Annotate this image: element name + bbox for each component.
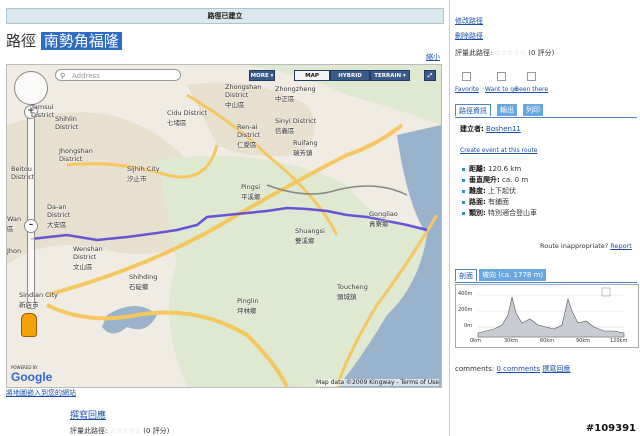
column-divider bbox=[449, 0, 450, 436]
tab-slope[interactable]: 坡向 (ca. 1778 m) bbox=[479, 269, 547, 281]
zoom-slider-track[interactable] bbox=[27, 111, 35, 309]
map-label-renai: Ren-ai District 仁愛區 bbox=[237, 123, 261, 149]
favorite-action[interactable]: Favorite bbox=[455, 72, 479, 93]
map-address-search[interactable]: ⚲ Address bbox=[55, 69, 181, 81]
map-copyright[interactable]: Map data ©2009 Kingway - Terms of Use bbox=[316, 379, 439, 386]
rating-stars[interactable]: ☆☆☆☆☆ bbox=[495, 49, 526, 57]
route-creator: 建立者: Boshen11 bbox=[460, 124, 521, 134]
route-actions: Favorite Want to go Been there bbox=[455, 72, 595, 94]
info-row-category: 類別: 特別適合登山車 bbox=[462, 208, 537, 219]
pan-control[interactable] bbox=[14, 71, 48, 105]
delete-route-link[interactable]: 刪除路徑 bbox=[455, 31, 483, 41]
report-route: Route inappropriate? Report bbox=[540, 242, 632, 250]
google-logo[interactable]: Google bbox=[11, 370, 52, 384]
info-row-climb: 垂直爬升: ca. 0 m bbox=[462, 175, 537, 186]
favorite-icon bbox=[462, 72, 472, 81]
tab-profile[interactable]: 剖面 bbox=[455, 269, 477, 281]
map-label-shihding: Shihding 石碇鄉 bbox=[129, 273, 158, 291]
map-label-sindian: Sindian City 新店市 bbox=[19, 291, 58, 309]
info-row-distance: 距離: 120.6 km bbox=[462, 164, 537, 175]
been-there-icon bbox=[527, 72, 537, 81]
map-label-toucheng: Toucheng 頭城鎮 bbox=[337, 283, 368, 301]
elev-xtick: 0km bbox=[470, 338, 481, 344]
map-label-shihlin: Shihlin District bbox=[55, 115, 79, 131]
map-label-beitou: Beitou District bbox=[11, 165, 35, 181]
map-label-pinglin: Pinglin 坪林鄉 bbox=[237, 297, 259, 315]
map-label-jhon: Jhon bbox=[7, 247, 22, 255]
map-type-map[interactable]: MAP bbox=[294, 70, 330, 81]
write-comment-link[interactable]: 撰寫回應 bbox=[542, 365, 570, 373]
rate-route-side: 評量此路徑: ☆☆☆☆☆ (0 評分) bbox=[455, 48, 554, 58]
comments-count-link[interactable]: 0 comments bbox=[497, 365, 541, 373]
map-label-wan: Wan 區 bbox=[7, 215, 22, 233]
shrink-map-link[interactable]: 縮小 bbox=[426, 52, 440, 62]
been-there-action[interactable]: Been there bbox=[515, 72, 548, 93]
rate-label: 評量此路徑: bbox=[455, 49, 493, 57]
want-to-go-action[interactable]: Want to go bbox=[485, 72, 518, 93]
elev-xtick: 120km bbox=[610, 338, 628, 344]
map-search-placeholder: Address bbox=[72, 72, 100, 80]
rate-label: 評量此路徑: bbox=[70, 427, 108, 435]
route-info-list: 距離: 120.6 km 垂直爬升: ca. 0 m 難度: 上下起伏 路面: … bbox=[462, 164, 537, 219]
fullscreen-icon[interactable]: ⤢ bbox=[424, 70, 436, 81]
info-row-surface: 路面: 有鋪面 bbox=[462, 197, 537, 208]
create-event-link[interactable]: Create event at this route bbox=[460, 147, 537, 154]
elev-xtick: 90km bbox=[576, 338, 591, 344]
search-icon: ⚲ bbox=[60, 72, 66, 80]
edit-route-link[interactable]: 修改路徑 bbox=[455, 16, 483, 26]
route-name: 南勢角福隆 bbox=[40, 32, 122, 50]
elev-xtick: 60km bbox=[540, 338, 555, 344]
map-type-more[interactable]: MORE ▾ bbox=[249, 70, 275, 81]
rating-stars[interactable]: ☆☆☆☆☆ bbox=[110, 427, 141, 435]
map-label-gongliao: Gongliao 貢寮鄉 bbox=[369, 210, 398, 228]
map-label-cidu: Cidu District 七堵區 bbox=[167, 109, 208, 127]
rate-route-bottom: 評量此路徑: ☆☆☆☆☆ (0 評分) bbox=[70, 426, 169, 436]
map-label-pingsi: Pingsi 平溪鄉 bbox=[241, 183, 261, 201]
write-review-link[interactable]: 撰寫回應 bbox=[70, 408, 106, 421]
embed-map-link[interactable]: 將地圖嵌入到您的網站 bbox=[6, 388, 76, 398]
map-label-zhongzheng: Zhongzheng 中正區 bbox=[275, 85, 316, 103]
map-label-daan: Da-an District 大安區 bbox=[47, 203, 71, 229]
route-map[interactable]: + – ⚲ Address MORE ▾ MAP HYBRID TERRAIN … bbox=[6, 64, 442, 388]
route-label: 路徑 bbox=[6, 32, 37, 50]
map-label-ruifang: Ruifang 瑞芳鎮 bbox=[293, 139, 318, 157]
rate-count: (0 評分) bbox=[143, 427, 170, 435]
map-type-hybrid[interactable]: HYBRID bbox=[330, 70, 370, 81]
map-label-jhongshan: Jhongshan District bbox=[59, 147, 93, 163]
zoom-handle[interactable]: – bbox=[24, 219, 38, 233]
street-view-pegman-icon[interactable] bbox=[21, 313, 37, 337]
report-link[interactable]: Report bbox=[610, 242, 632, 250]
map-type-terrain[interactable]: TERRAIN ▾ bbox=[370, 70, 410, 81]
route-heading: 路徑 南勢角福隆 bbox=[6, 30, 122, 51]
route-created-banner: 路徑已建立 bbox=[6, 8, 444, 24]
elevation-tabs: 剖面 坡向 (ca. 1778 m) bbox=[455, 269, 637, 283]
map-label-wenshan: Wenshan District 文山區 bbox=[73, 245, 103, 271]
rate-count: (0 評分) bbox=[528, 49, 555, 57]
map-label-sinyi: Sinyi District 信義區 bbox=[275, 117, 317, 135]
elevation-profile-chart: 400m 200m 0m 0km 30km 60km 90km 120km bbox=[455, 284, 639, 348]
map-label-sijhih: Sijhih City 汐止市 bbox=[127, 165, 160, 183]
elev-ytick: 0m bbox=[464, 323, 473, 329]
tab-export[interactable]: 輸出 bbox=[497, 104, 517, 116]
comments-section: comments: 0 comments 撰寫回應 bbox=[455, 365, 571, 373]
tab-print[interactable]: 列印 bbox=[523, 104, 543, 116]
tab-route-info[interactable]: 路徑資訊 bbox=[455, 104, 491, 116]
creator-link[interactable]: Boshen11 bbox=[486, 125, 521, 133]
want-to-go-icon bbox=[496, 72, 506, 81]
map-label-tamsui: Tamsui District bbox=[31, 103, 55, 119]
map-label-shuangsi: Shuangsi 雙溪鄉 bbox=[295, 227, 325, 245]
map-label-zhongshan: Zhongshan District 中山區 bbox=[225, 83, 262, 109]
creator-label: 建立者: bbox=[460, 125, 484, 133]
elev-xtick: 30km bbox=[504, 338, 519, 344]
info-row-difficulty: 難度: 上下起伏 bbox=[462, 186, 537, 197]
elev-ytick: 400m bbox=[458, 291, 473, 297]
elev-ytick: 200m bbox=[458, 307, 473, 313]
image-watermark: #109391 bbox=[585, 423, 636, 434]
route-info-tabs: 路徑資訊 輸出 列印 bbox=[455, 104, 637, 118]
